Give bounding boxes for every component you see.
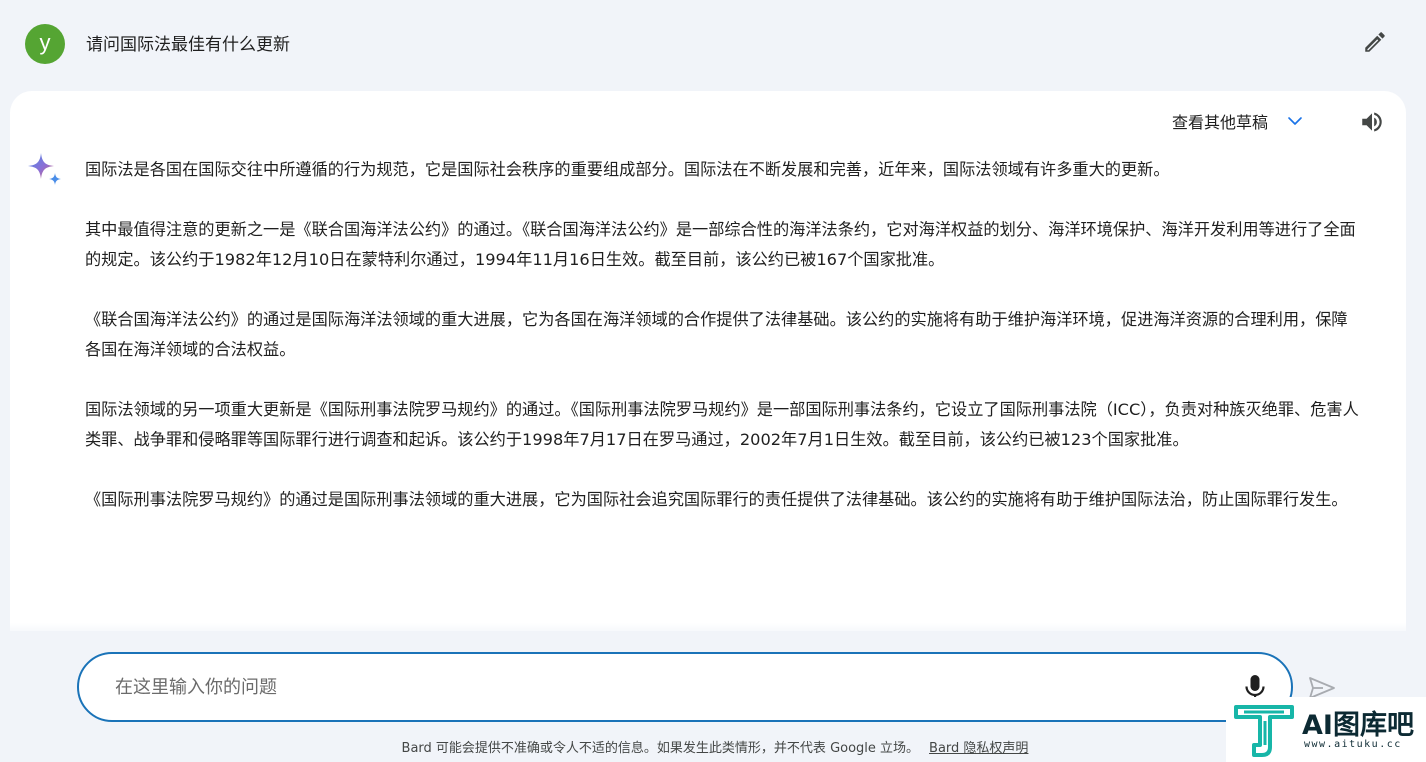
scroll-fade [10,623,1406,631]
speaker-icon [1362,112,1382,132]
view-drafts-button[interactable]: 查看其他草稿 [1172,109,1304,133]
response-paragraph: 其中最值得注意的更新之一是《联合国海洋法公约》的通过。《联合国海洋法公约》是一部… [85,220,1356,269]
response-text: 国际法是各国在国际交往中所遵循的行为规范，它是国际社会秩序的重要组成部分。国际法… [85,155,1360,545]
watermark: AI图库吧 www.aituku.cc [1226,697,1426,762]
watermark-logo-icon [1234,705,1294,757]
disclaimer-text: Bard 可能会提供不准确或令人不适的信息。如果发生此类情形，并不代表 Goog… [401,741,920,756]
edit-prompt-button[interactable] [1360,27,1390,57]
chevron-down-icon [1286,112,1304,130]
view-drafts-label: 查看其他草稿 [1172,113,1269,132]
watermark-title: AI图库吧 [1302,710,1414,741]
user-prompt-row: y 请问国际法最佳有什么更新 [0,0,1426,84]
response-paragraph: 国际法领域的另一项重大更新是《国际刑事法院罗马规约》的通过。《国际刑事法院罗马规… [85,400,1359,449]
user-prompt-text: 请问国际法最佳有什么更新 [86,35,290,55]
privacy-link[interactable]: Bard 隐私权声明 [929,741,1028,756]
pencil-icon [1365,32,1385,52]
read-aloud-button[interactable] [1358,108,1386,136]
response-card: 查看其他草稿 国际法是各国在国际交往中所遵循的行为规范，它是国际社会秩序的重要组… [10,91,1406,631]
response-paragraph: 《联合国海洋法公约》的通过是国际海洋法领域的重大进展，它为各国在海洋领域的合作提… [85,310,1348,359]
prompt-input-box[interactable] [77,652,1293,722]
response-paragraph: 国际法是各国在国际交往中所遵循的行为规范，它是国际社会秩序的重要组成部分。国际法… [85,160,1170,179]
disclaimer: Bard 可能会提供不准确或令人不适的信息。如果发生此类情形，并不代表 Goog… [0,737,1426,756]
prompt-input[interactable] [115,670,1215,704]
watermark-url: www.aituku.cc [1304,739,1402,750]
response-paragraph: 《国际刑事法院罗马规约》的通过是国际刑事法领域的重大进展，它为国际社会追究国际罪… [85,490,1348,509]
user-avatar[interactable]: y [25,24,65,64]
sparkle-icon [28,153,61,185]
